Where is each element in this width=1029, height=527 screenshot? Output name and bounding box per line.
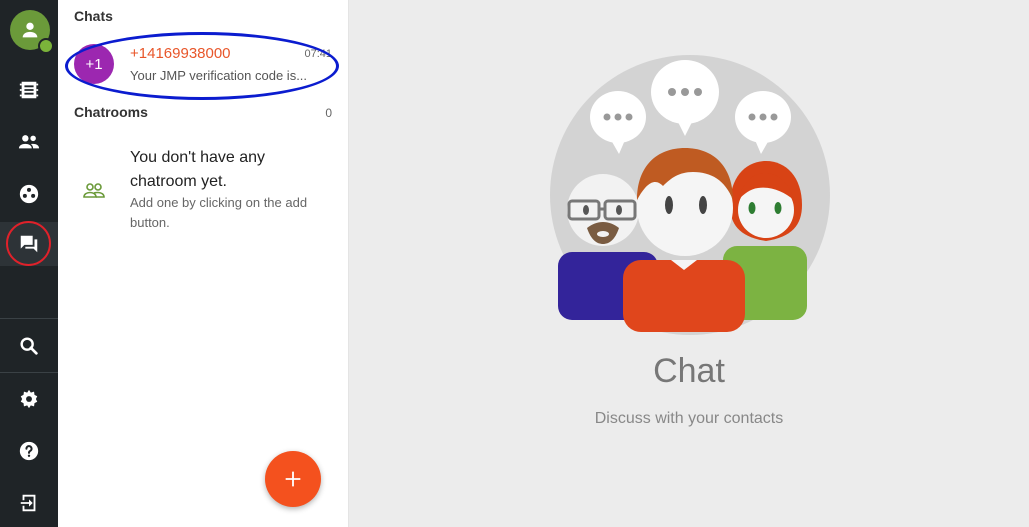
contacts-book-icon	[19, 81, 39, 99]
chats-heading: Chats	[74, 8, 113, 24]
sidebar-item-logout[interactable]	[0, 481, 58, 525]
chatrooms-count: 0	[325, 106, 332, 120]
chatroom-group-icon	[82, 178, 106, 202]
navigation-rail	[0, 0, 58, 527]
rail-divider	[0, 372, 58, 373]
help-icon	[19, 441, 39, 461]
gear-icon	[20, 389, 38, 409]
plus-icon	[285, 471, 301, 487]
chat-main-area: Chat Discuss with your contacts	[349, 0, 1029, 527]
page-title: Chat	[653, 352, 725, 390]
sidebar-item-settings[interactable]	[0, 377, 58, 421]
logout-icon	[20, 494, 36, 512]
empty-chatrooms-title: You don't have any chatroom yet.	[130, 149, 266, 190]
person-icon	[22, 22, 38, 38]
chat-people-illustration	[550, 55, 830, 335]
page-subtitle: Discuss with your contacts	[594, 410, 784, 427]
annotation-circle	[6, 221, 51, 266]
rail-divider	[0, 318, 58, 319]
sidebar-item-contacts[interactable]	[0, 120, 58, 164]
sidebar-item-help[interactable]	[0, 429, 58, 473]
chat-list-panel: Chats +1 +14169938000 07:41 Your JMP ver…	[58, 0, 349, 527]
online-status-dot	[38, 38, 54, 54]
search-icon	[20, 337, 38, 355]
groups-icon	[19, 184, 39, 204]
annotation-ellipse	[65, 32, 339, 100]
group-outline-icon	[83, 183, 105, 198]
empty-chatrooms-hint: Add one by clicking on the add button.	[130, 195, 308, 230]
sidebar-item-search[interactable]	[0, 324, 58, 368]
sidebar-item-groups[interactable]	[0, 172, 58, 216]
people-icon	[18, 135, 40, 149]
sidebar-item-contacts-book[interactable]	[0, 68, 58, 112]
chatrooms-heading: Chatrooms	[74, 104, 148, 120]
add-button[interactable]	[265, 451, 321, 507]
